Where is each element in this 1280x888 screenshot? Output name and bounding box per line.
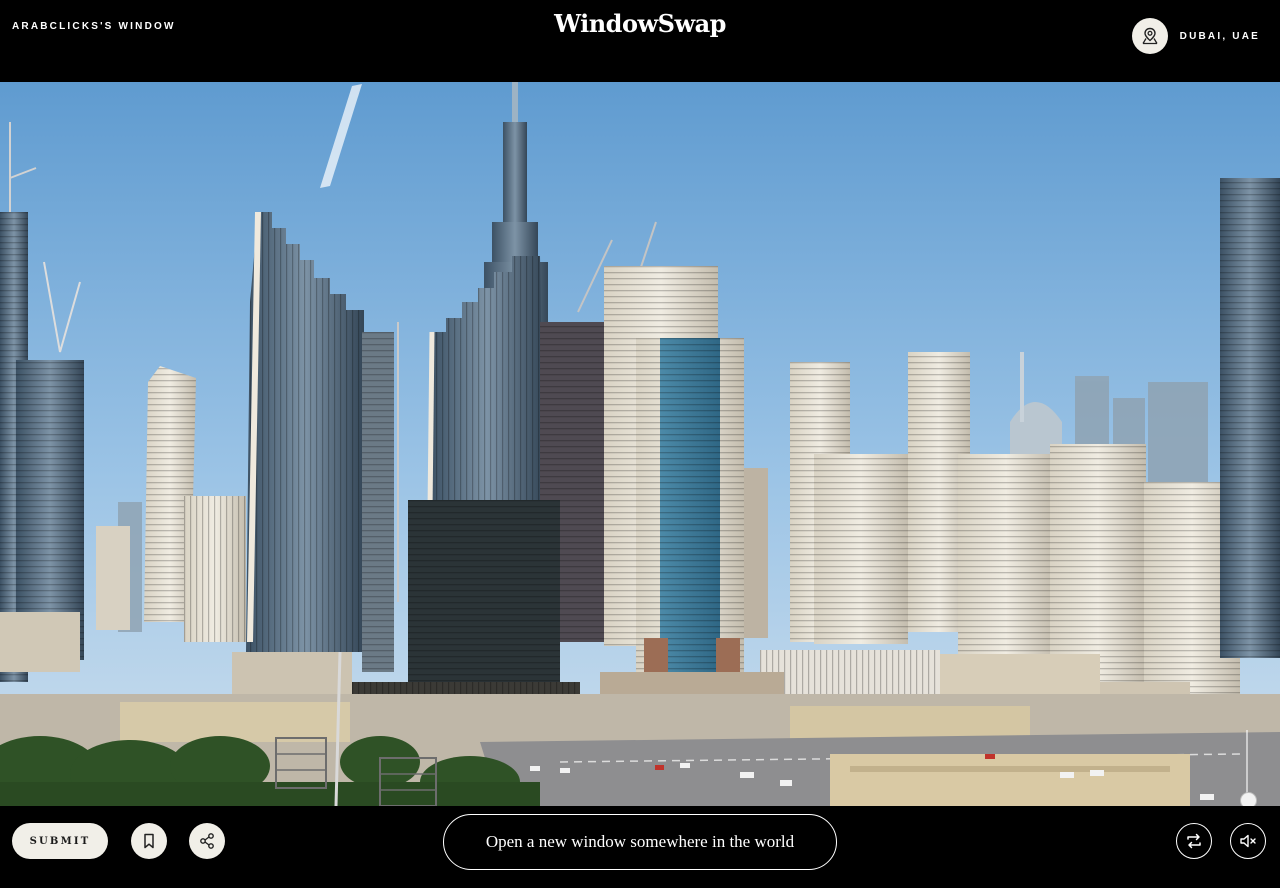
swap-arrows-icon[interactable]: [1176, 823, 1212, 859]
volume-slider-handle[interactable]: [1240, 792, 1257, 806]
window-view: [0, 82, 1280, 806]
top-bar: ARABCLICKS'S WINDOW WindowSwap DUBAI, UA…: [0, 0, 1280, 82]
location-name: DUBAI, UAE: [1179, 30, 1260, 42]
share-icon[interactable]: [189, 823, 225, 859]
submit-button[interactable]: SUBMIT: [12, 823, 108, 859]
map-pin-icon[interactable]: [1131, 18, 1168, 54]
speaker-muted-icon[interactable]: [1230, 823, 1266, 859]
open-new-window-button[interactable]: Open a new window somewhere in the world: [443, 814, 837, 870]
volume-slider-track[interactable]: [1246, 730, 1248, 800]
location-indicator: DUBAI, UAE: [1131, 18, 1260, 54]
brand-logo[interactable]: WindowSwap: [0, 9, 1280, 38]
bottom-bar: SUBMIT Open a new window somewhere in th…: [0, 806, 1280, 888]
bookmark-icon[interactable]: [131, 823, 167, 859]
